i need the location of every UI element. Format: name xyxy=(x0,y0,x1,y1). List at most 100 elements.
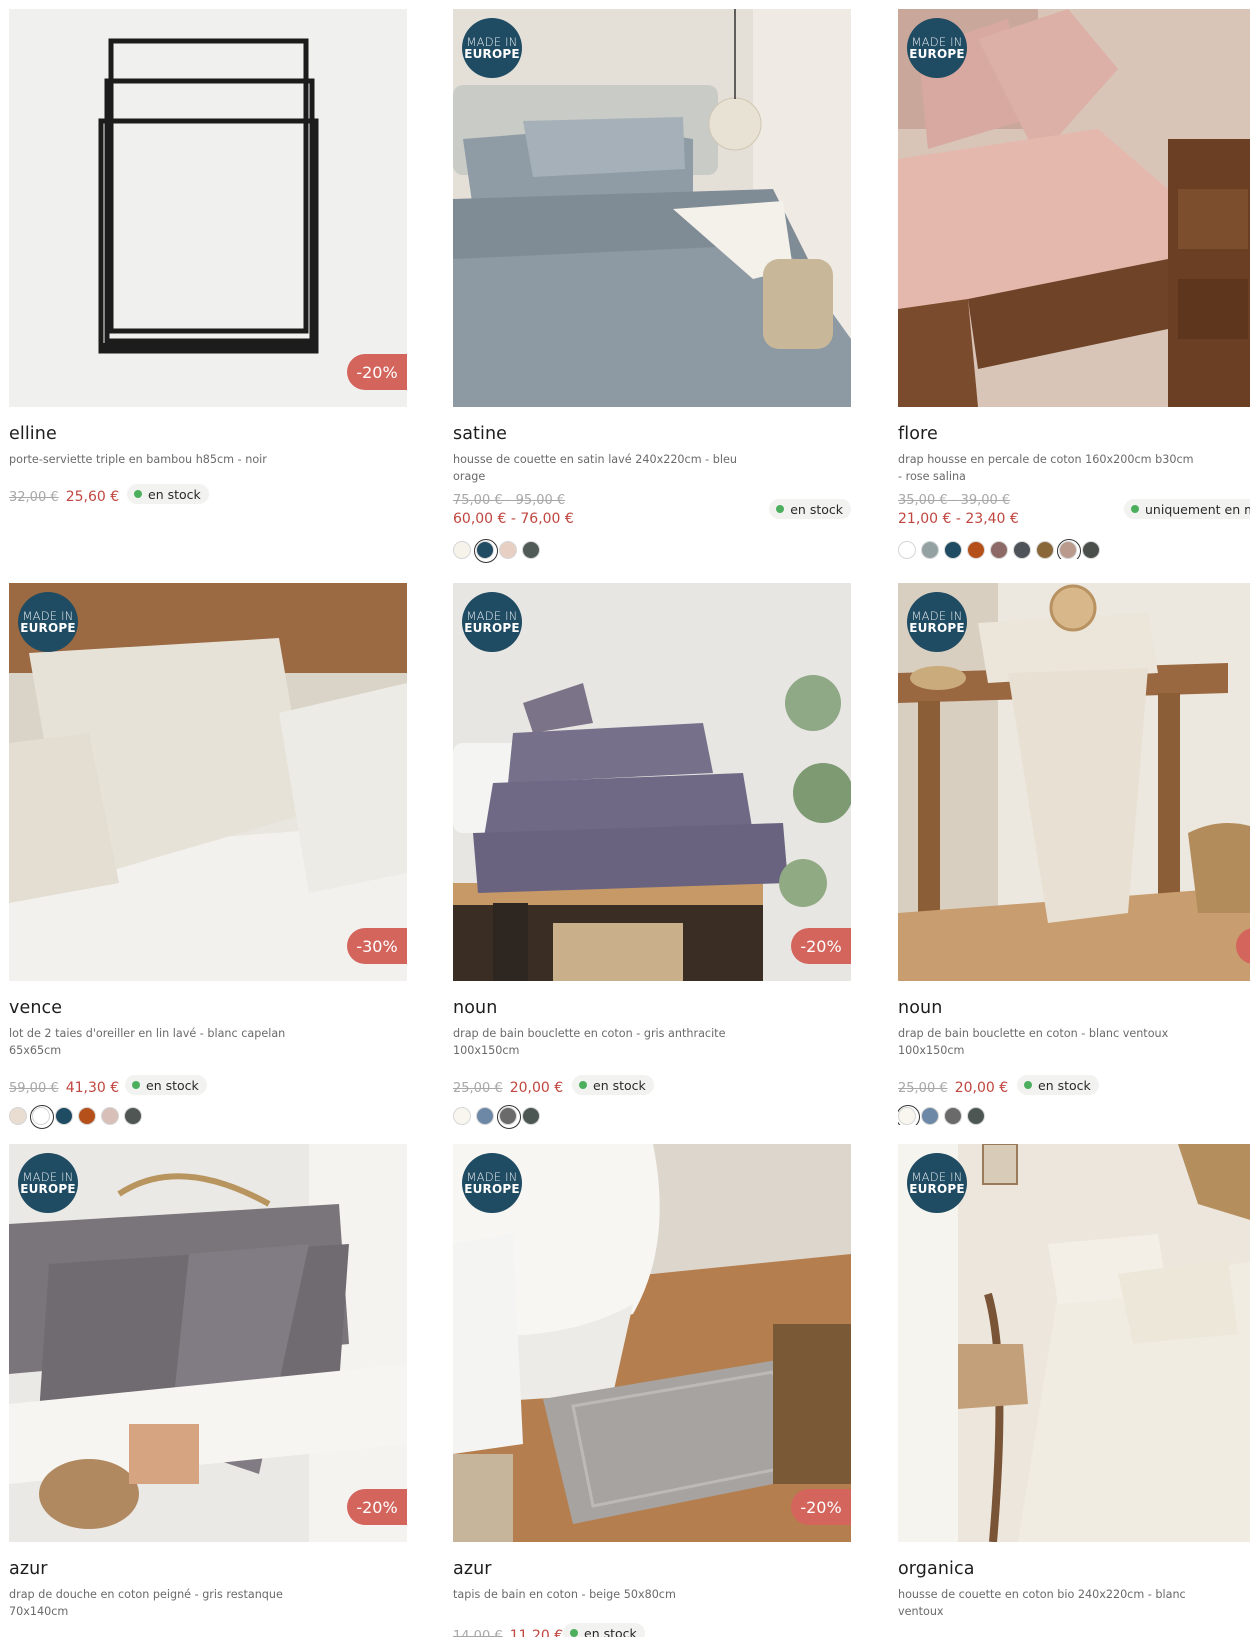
old-price: 59,00 € xyxy=(9,1081,59,1096)
stock-label: uniquement en ma xyxy=(1145,501,1250,517)
product-name[interactable]: azur xyxy=(453,1559,851,1579)
product-card[interactable]: MADE IN EUROPE noun drap de bain bouclet… xyxy=(898,583,1250,1125)
old-price: 14,00 € xyxy=(453,1629,503,1637)
product-image[interactable]: MADE IN EUROPE -20% xyxy=(9,1144,407,1542)
color-swatch[interactable] xyxy=(1036,541,1054,559)
stock-label: en stock xyxy=(584,1625,637,1637)
made-in-europe-badge: MADE IN EUROPE xyxy=(18,592,78,652)
stock-badge: en stock xyxy=(125,1075,207,1095)
discount-badge: -20% xyxy=(347,354,407,390)
product-name[interactable]: organica xyxy=(898,1559,1250,1579)
color-swatch[interactable] xyxy=(990,541,1008,559)
color-swatch[interactable] xyxy=(921,541,939,559)
product-card[interactable]: MADE IN EUROPE -20% azur tapis de bain e… xyxy=(453,1144,851,1637)
discount-badge: -20% xyxy=(791,928,851,964)
stock-label: en stock xyxy=(1038,1077,1091,1093)
color-swatch[interactable] xyxy=(474,539,498,563)
color-swatch[interactable] xyxy=(944,541,962,559)
color-swatch[interactable] xyxy=(1057,539,1081,559)
color-swatch[interactable] xyxy=(30,1105,54,1129)
color-swatches xyxy=(898,539,1250,559)
product-image[interactable]: MADE IN EUROPE -20% xyxy=(453,1144,851,1542)
product-image[interactable]: MADE IN EUROPE -30% xyxy=(9,583,407,981)
sale-price: 60,00 € - 76,00 € xyxy=(453,511,574,527)
old-price: 35,00 € - 39,00 € xyxy=(898,493,1011,508)
product-description: porte-serviette triple en bambou h85cm -… xyxy=(9,453,267,466)
color-swatch[interactable] xyxy=(898,541,916,559)
product-image[interactable]: MADE IN EUROPE xyxy=(453,9,851,407)
product-description: housse de couette en satin lavé 240x220c… xyxy=(453,453,737,483)
product-image[interactable]: -20% xyxy=(9,9,407,407)
stock-badge: en stock xyxy=(127,484,209,504)
price-row: 75,00 € - 95,00 € 60,00 € - 76,00 € en s… xyxy=(453,493,851,535)
made-in-europe-badge: MADE IN EUROPE xyxy=(18,1153,78,1213)
stock-badge: en stock xyxy=(572,1075,654,1095)
sale-price: 41,30 € xyxy=(65,1080,120,1096)
stock-dot-icon xyxy=(570,1629,578,1637)
color-swatch[interactable] xyxy=(944,1107,962,1125)
color-swatch[interactable] xyxy=(921,1107,939,1125)
color-swatch[interactable] xyxy=(522,1107,540,1125)
made-in-europe-badge: MADE IN EUROPE xyxy=(462,1153,522,1213)
product-description: lot de 2 taies d'oreiller en lin lavé - … xyxy=(9,1027,286,1057)
old-price: 32,00 € xyxy=(9,490,59,505)
product-name[interactable]: flore xyxy=(898,424,1250,444)
color-swatch[interactable] xyxy=(476,1107,494,1125)
stock-label: en stock xyxy=(593,1077,646,1093)
price-row: 32,00 € 25,60 € en stock xyxy=(9,482,407,510)
price-row: 59,00 € 41,30 € en stock xyxy=(9,1073,407,1101)
product-image[interactable]: MADE IN EUROPE xyxy=(898,9,1250,407)
product-image[interactable]: MADE IN EUROPE xyxy=(898,583,1250,981)
product-name[interactable]: azur xyxy=(9,1559,407,1579)
product-image[interactable]: MADE IN EUROPE -20% xyxy=(453,583,851,981)
product-card[interactable]: MADE IN EUROPE organica housse de couett… xyxy=(898,1144,1250,1620)
stock-badge: en stock xyxy=(563,1623,645,1637)
stock-dot-icon xyxy=(1024,1081,1032,1089)
color-swatch[interactable] xyxy=(1013,541,1031,559)
discount-badge: -20% xyxy=(791,1489,851,1525)
color-swatch[interactable] xyxy=(967,1107,985,1125)
stock-dot-icon xyxy=(1131,505,1139,513)
color-swatch[interactable] xyxy=(967,541,985,559)
product-description: tapis de bain en coton - beige 50x80cm xyxy=(453,1588,676,1601)
product-description: drap de douche en coton peigné - gris re… xyxy=(9,1588,283,1618)
made-in-europe-badge: MADE IN EUROPE xyxy=(462,18,522,78)
product-name[interactable]: satine xyxy=(453,424,851,444)
discount-badge: -20% xyxy=(347,1489,407,1525)
color-swatch[interactable] xyxy=(124,1107,142,1125)
sale-price: 11,20 € xyxy=(509,1628,564,1637)
old-price: 25,00 € xyxy=(898,1081,948,1096)
color-swatch[interactable] xyxy=(78,1107,96,1125)
product-card[interactable]: MADE IN EUROPE -30% vence lot de 2 taies… xyxy=(9,583,407,1129)
product-image[interactable]: MADE IN EUROPE xyxy=(898,1144,1250,1542)
color-swatch[interactable] xyxy=(55,1107,73,1125)
product-name[interactable]: vence xyxy=(9,998,407,1018)
color-swatch[interactable] xyxy=(898,1105,920,1125)
product-card[interactable]: MADE IN EUROPE satine housse de couette … xyxy=(453,9,851,563)
product-description: drap de bain bouclette en coton - blanc … xyxy=(898,1027,1169,1057)
product-card[interactable]: MADE IN EUROPE -20% noun drap de bain bo… xyxy=(453,583,851,1129)
color-swatch[interactable] xyxy=(101,1107,119,1125)
product-card[interactable]: MADE IN EUROPE -20% azur drap de douche … xyxy=(9,1144,407,1620)
color-swatch[interactable] xyxy=(499,541,517,559)
stock-badge: en stock xyxy=(769,499,851,519)
price-row: 35,00 € - 39,00 € 21,00 € - 23,40 € uniq… xyxy=(898,493,1250,535)
color-swatch[interactable] xyxy=(497,1105,521,1129)
color-swatch[interactable] xyxy=(522,541,540,559)
product-card[interactable]: MADE IN EUROPE flore drap housse en perc… xyxy=(898,9,1250,559)
color-swatch[interactable] xyxy=(453,541,471,559)
product-name[interactable]: noun xyxy=(898,998,1250,1018)
color-swatches xyxy=(453,1105,851,1129)
product-card[interactable]: -20% elline porte-serviette triple en ba… xyxy=(9,9,407,510)
color-swatch[interactable] xyxy=(9,1107,27,1125)
product-description: drap housse en percale de coton 160x200c… xyxy=(898,453,1194,483)
color-swatch[interactable] xyxy=(1082,541,1100,559)
product-name[interactable]: noun xyxy=(453,998,851,1018)
color-swatch[interactable] xyxy=(453,1107,471,1125)
stock-dot-icon xyxy=(132,1081,140,1089)
sale-price: 20,00 € xyxy=(954,1080,1009,1096)
product-name[interactable]: elline xyxy=(9,424,407,444)
stock-dot-icon xyxy=(579,1081,587,1089)
made-in-europe-badge: MADE IN EUROPE xyxy=(462,592,522,652)
price-row: 14,00 € 11,20 € en stock xyxy=(453,1621,851,1637)
